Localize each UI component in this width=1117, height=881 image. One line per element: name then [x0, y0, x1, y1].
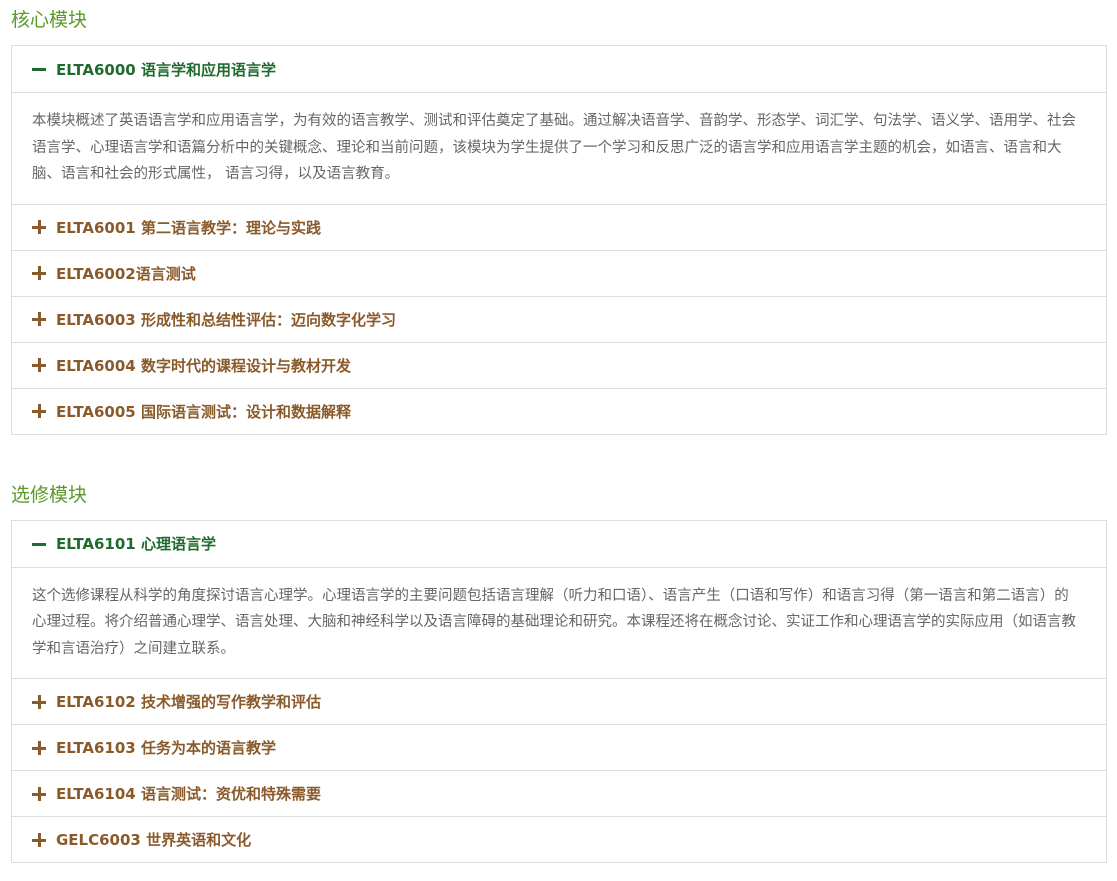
accordion-header-gelc6003[interactable]: GELC6003 世界英语和文化 [12, 816, 1106, 862]
minus-icon [32, 62, 46, 76]
accordion-header-label: ELTA6004 数字时代的课程设计与教材开发 [56, 356, 351, 375]
core-modules-section: 核心模块 ELTA6000 语言学和应用语言学 本模块概述了英语语言学和应用语言… [11, 0, 1107, 435]
core-modules-accordion: ELTA6000 语言学和应用语言学 本模块概述了英语语言学和应用语言学，为有效… [11, 45, 1107, 435]
accordion-header-elta6102[interactable]: ELTA6102 技术增强的写作教学和评估 [12, 678, 1106, 724]
accordion-header-elta6004[interactable]: ELTA6004 数字时代的课程设计与教材开发 [12, 341, 1106, 388]
plus-icon [32, 404, 46, 418]
accordion-header-label: ELTA6104 语言测试：资优和特殊需要 [56, 785, 321, 803]
plus-icon [32, 358, 46, 372]
elective-modules-section: 选修模块 ELTA6101 心理语言学 这个选修课程从科学的角度探讨语言心理学。… [11, 475, 1107, 863]
accordion-header-label: ELTA6002语言测试 [56, 264, 196, 283]
accordion-header-label: ELTA6101 心理语言学 [56, 535, 216, 553]
accordion-header-label: ELTA6005 国际语言测试：设计和数据解释 [56, 402, 351, 421]
accordion-body-elta6000: 本模块概述了英语语言学和应用语言学，为有效的语言教学、测试和评估奠定了基础。通过… [12, 92, 1106, 204]
plus-icon [32, 266, 46, 280]
accordion-header-elta6103[interactable]: ELTA6103 任务为本的语言教学 [12, 724, 1106, 770]
plus-icon [32, 220, 46, 234]
plus-icon [32, 694, 46, 709]
plus-icon [32, 312, 46, 326]
accordion-header-label: GELC6003 世界英语和文化 [56, 831, 252, 849]
accordion-header-elta6101[interactable]: ELTA6101 心理语言学 [12, 521, 1106, 567]
minus-icon [32, 537, 46, 551]
accordion-header-elta6001[interactable]: ELTA6001 第二语言教学：理论与实践 [12, 203, 1106, 250]
accordion-header-label: ELTA6003 形成性和总结性评估：迈向数字化学习 [56, 310, 396, 329]
accordion-header-elta6005[interactable]: ELTA6005 国际语言测试：设计和数据解释 [12, 387, 1106, 434]
accordion-header-label: ELTA6000 语言学和应用语言学 [56, 60, 276, 79]
plus-icon [32, 832, 46, 847]
accordion-header-elta6104[interactable]: ELTA6104 语言测试：资优和特殊需要 [12, 770, 1106, 816]
plus-icon [32, 786, 46, 801]
accordion-body-elta6101: 这个选修课程从科学的角度探讨语言心理学。心理语言学的主要问题包括语言理解（听力和… [12, 566, 1106, 679]
accordion-header-elta6002[interactable]: ELTA6002语言测试 [12, 249, 1106, 296]
core-modules-title: 核心模块 [11, 9, 88, 31]
accordion-header-label: ELTA6001 第二语言教学：理论与实践 [56, 218, 321, 237]
elective-modules-title: 选修模块 [11, 483, 88, 506]
plus-icon [32, 740, 46, 755]
accordion-header-elta6000[interactable]: ELTA6000 语言学和应用语言学 [12, 46, 1106, 92]
accordion-header-elta6003[interactable]: ELTA6003 形成性和总结性评估：迈向数字化学习 [12, 295, 1106, 342]
accordion-header-label: ELTA6102 技术增强的写作教学和评估 [56, 693, 321, 711]
elective-modules-accordion: ELTA6101 心理语言学 这个选修课程从科学的角度探讨语言心理学。心理语言学… [11, 519, 1107, 863]
accordion-header-label: ELTA6103 任务为本的语言教学 [56, 739, 276, 757]
